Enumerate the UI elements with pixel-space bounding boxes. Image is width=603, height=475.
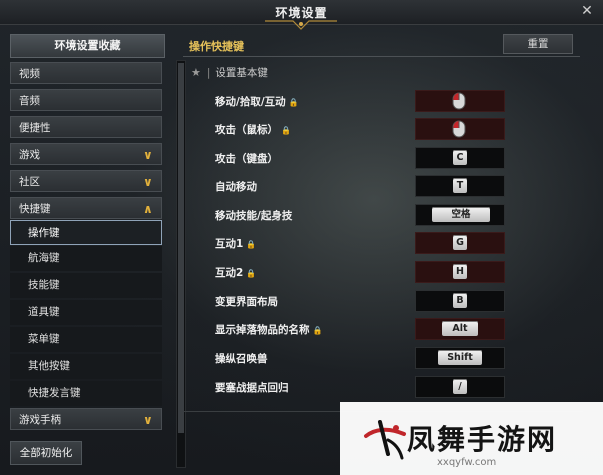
keybind-slot[interactable] <box>415 90 505 112</box>
sidebar-item-video[interactable]: 视频 <box>10 62 162 84</box>
lock-icon: 🔒 <box>246 240 257 249</box>
key-cap: / <box>453 379 467 394</box>
sidebar-item-convenience[interactable]: 便捷性 <box>10 116 162 138</box>
keybind-slot[interactable]: H <box>415 261 505 283</box>
keybind-label: 移动技能/起身技 <box>215 210 293 222</box>
chevron-down-icon: ∨ <box>143 175 153 189</box>
key-cap: Shift <box>438 350 482 365</box>
watermark-logo-icon <box>364 420 406 460</box>
sidebar-subitem-quick-chat-keys[interactable]: 快捷发言键 <box>10 381 162 406</box>
star-icon[interactable]: ★ <box>191 66 201 79</box>
keybind-row: 操纵召唤兽 Shift <box>215 347 515 369</box>
watermark-url: xxqyfw.com <box>437 457 497 468</box>
sidebar-item-label: 游戏 <box>19 149 40 161</box>
close-icon[interactable]: ✕ <box>579 3 595 19</box>
keybind-slot[interactable]: 空格 <box>415 204 505 226</box>
keybind-slot[interactable] <box>415 118 505 140</box>
key-cap: Alt <box>442 321 478 336</box>
sidebar-item-hotkeys[interactable]: 快捷键 ∧ <box>10 197 162 219</box>
sidebar-subitem-operation-keys[interactable]: 操作键 <box>10 220 162 245</box>
keybind-label: 变更界面布局 <box>215 296 278 308</box>
sidebar-item-label: 游戏手柄 <box>19 414 61 426</box>
keybind-label: 攻击（鼠标） 🔒 <box>215 124 291 136</box>
sidebar-subitem-item-keys[interactable]: 道具键 <box>10 300 162 325</box>
sidebar-item-label: 便捷性 <box>19 122 51 134</box>
section-header: ★ | 设置基本键 <box>191 66 268 80</box>
key-cap: B <box>453 293 467 308</box>
separator: | <box>206 67 211 79</box>
scrollbar-thumb[interactable] <box>178 63 184 433</box>
sidebar-subitem-other-keys[interactable]: 其他按键 <box>10 354 162 379</box>
title-ornament-icon <box>265 20 337 30</box>
chevron-down-icon: ∨ <box>143 413 153 427</box>
watermark: 凤舞手游网 xxqyfw.com <box>340 402 603 475</box>
sidebar-subitem-skill-keys[interactable]: 技能键 <box>10 273 162 298</box>
sidebar-item-audio[interactable]: 音频 <box>10 89 162 111</box>
lock-icon: 🔒 <box>288 98 299 107</box>
sidebar-scrollbar[interactable] <box>176 60 186 468</box>
lock-icon: 🔒 <box>312 326 323 335</box>
reset-button[interactable]: 重置 <box>503 34 573 54</box>
keybind-row: 攻击（键盘） C <box>215 147 515 169</box>
sidebar: 环境设置收藏 视频 音频 便捷性 游戏 ∨ 社区 ∨ 快捷键 ∧ 操作键 航海键… <box>10 34 186 468</box>
sidebar-item-game[interactable]: 游戏 ∨ <box>10 143 162 165</box>
sidebar-subitem-menu-keys[interactable]: 菜单键 <box>10 327 162 352</box>
keybind-slot[interactable]: Alt <box>415 318 505 340</box>
section-title: 设置基本键 <box>215 67 268 79</box>
keybind-slot[interactable]: G <box>415 232 505 254</box>
keybind-row: 要塞战据点回归 / <box>215 376 515 398</box>
panel-title: 操作快捷键 <box>189 40 244 53</box>
chevron-up-icon: ∧ <box>143 202 153 216</box>
keybind-row: 互动1 🔒 G <box>215 232 515 254</box>
keybind-label: 互动1 🔒 <box>215 238 257 250</box>
favorites-button[interactable]: 环境设置收藏 <box>10 34 165 58</box>
watermark-text: 凤舞手游网 <box>407 423 558 456</box>
keybind-slot[interactable]: B <box>415 290 505 312</box>
keybind-label: 互动2 🔒 <box>215 267 257 279</box>
lock-icon: 🔒 <box>246 269 257 278</box>
keybind-row: 移动/拾取/互动 🔒 <box>215 90 515 112</box>
sidebar-item-community[interactable]: 社区 ∨ <box>10 170 162 192</box>
chevron-down-icon: ∨ <box>143 148 153 162</box>
mouse-left-click-icon <box>452 120 466 138</box>
keybind-label: 操纵召唤兽 <box>215 353 268 365</box>
keybind-label: 显示掉落物品的名称 🔒 <box>215 324 323 336</box>
mouse-left-click-icon <box>452 92 466 110</box>
keybind-slot[interactable]: Shift <box>415 347 505 369</box>
sidebar-item-label: 音频 <box>19 95 40 107</box>
keybind-row: 移动技能/起身技 空格 <box>215 204 515 226</box>
key-cap: C <box>453 150 467 165</box>
key-cap: 空格 <box>432 207 490 222</box>
keybind-row: 自动移动 T <box>215 175 515 197</box>
keybind-row: 显示掉落物品的名称 🔒 Alt <box>215 318 515 340</box>
keybind-label: 要塞战据点回归 <box>215 382 289 394</box>
sidebar-item-gamepad[interactable]: 游戏手柄 ∨ <box>10 408 162 430</box>
sidebar-subitem-sailing-keys[interactable]: 航海键 <box>10 246 162 271</box>
keybind-label: 攻击（键盘） <box>215 153 278 165</box>
keybind-row: 变更界面布局 B <box>215 290 515 312</box>
keybind-slot[interactable]: C <box>415 147 505 169</box>
lock-icon: 🔒 <box>281 126 291 135</box>
panel-header: 操作快捷键 重置 <box>183 34 580 57</box>
title-bar: 环境设置 ✕ <box>0 0 603 30</box>
keybind-row: 互动2 🔒 H <box>215 261 515 283</box>
sidebar-item-label: 快捷键 <box>19 203 51 215</box>
keybind-label: 移动/拾取/互动 🔒 <box>215 96 299 108</box>
sidebar-item-label: 社区 <box>19 176 40 188</box>
key-cap: H <box>453 264 467 279</box>
reset-all-button[interactable]: 全部初始化 <box>10 441 82 465</box>
keybind-slot[interactable]: T <box>415 175 505 197</box>
sidebar-item-label: 视频 <box>19 68 40 80</box>
keybind-row: 攻击（鼠标） 🔒 <box>215 118 515 140</box>
key-cap: G <box>453 235 467 250</box>
key-cap: T <box>453 178 467 193</box>
keybind-label: 自动移动 <box>215 181 257 193</box>
keybind-slot[interactable]: / <box>415 376 505 398</box>
